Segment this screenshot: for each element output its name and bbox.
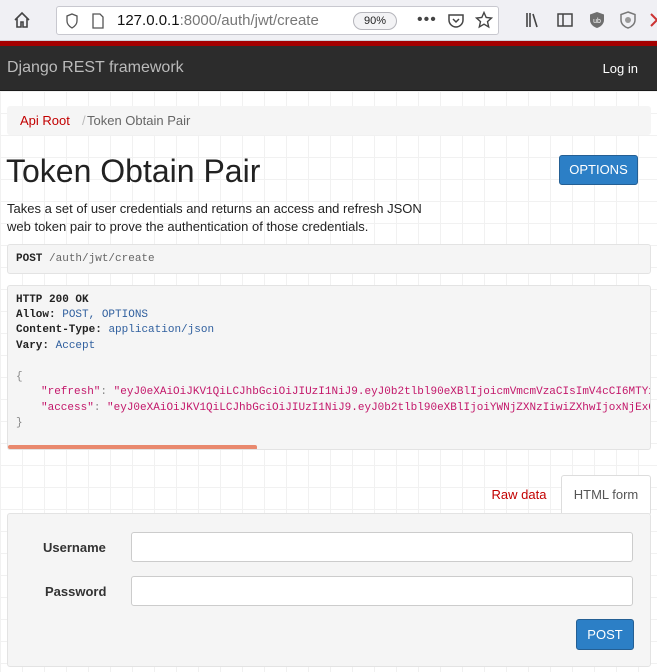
json-refresh-key: "refresh" — [41, 386, 101, 398]
header-vary-value: Accept — [55, 340, 96, 352]
browser-toolbar: 127.0.0.1:8000/auth/jwt/create 90% ••• u… — [0, 0, 657, 41]
pocket-icon[interactable] — [447, 12, 465, 30]
navbar: Django REST framework Log in — [0, 46, 657, 91]
breadcrumb: Api Root / Token Obtain Pair — [7, 106, 651, 135]
header-content-type-value: application/json — [108, 324, 215, 336]
json-colon: : — [93, 402, 101, 414]
password-field[interactable] — [131, 576, 633, 606]
horizontal-scrollbar[interactable] — [8, 445, 257, 449]
header-allow-value: POST, OPTIONS — [62, 309, 149, 321]
post-button[interactable]: POST — [576, 619, 634, 650]
options-button[interactable]: OPTIONS — [559, 155, 638, 185]
header-content-type-key: Content-Type: — [16, 324, 102, 336]
extension-icon[interactable] — [648, 11, 657, 29]
json-access-key: "access" — [41, 402, 94, 414]
json-close-brace: } — [16, 417, 23, 429]
url-path: :8000/auth/jwt/create — [179, 12, 319, 29]
svg-text:ub: ub — [593, 18, 601, 25]
json-open-brace: { — [16, 371, 23, 383]
home-icon[interactable] — [12, 10, 32, 30]
info-icon[interactable] — [65, 13, 79, 29]
tab-raw-data[interactable]: Raw data — [481, 475, 557, 513]
json-access-value: "eyJ0eXAiOiJKV1QiLCJhbGciOiJIUzI1NiJ9.ey… — [107, 402, 650, 414]
username-label: Username — [43, 540, 106, 555]
page-icon — [92, 13, 104, 29]
breadcrumb-separator: / — [82, 113, 86, 128]
library-icon[interactable] — [524, 11, 542, 29]
request-info: POST /auth/jwt/create — [7, 244, 651, 274]
json-refresh-value: "eyJ0eXAiOiJKV1QiLCJhbGciOiJIUzI1NiJ9.ey… — [113, 386, 651, 398]
header-vary-key: Vary: — [16, 340, 50, 352]
response-panel: HTTP 200 OK Allow: POST, OPTIONS Content… — [7, 285, 651, 450]
password-label: Password — [45, 584, 107, 599]
bookmark-star-icon[interactable] — [475, 11, 493, 29]
breadcrumb-current: Token Obtain Pair — [87, 113, 191, 128]
response-status: HTTP 200 OK — [16, 294, 89, 306]
page-title: Token Obtain Pair — [6, 153, 261, 189]
username-field[interactable] — [131, 532, 633, 562]
html-form: Username Password POST — [7, 513, 651, 667]
sidebar-icon[interactable] — [556, 11, 574, 29]
breadcrumb-api-root[interactable]: Api Root — [20, 113, 70, 128]
zoom-badge[interactable]: 90% — [353, 12, 397, 30]
tab-html-form[interactable]: HTML form — [561, 475, 651, 514]
json-colon: : — [100, 386, 108, 398]
url-text[interactable]: 127.0.0.1:8000/auth/jwt/create — [117, 12, 319, 29]
content-tabs: Raw data HTML form — [0, 475, 657, 514]
login-link[interactable]: Log in — [603, 61, 638, 76]
navbar-brand[interactable]: Django REST framework — [7, 59, 184, 77]
request-path: /auth/jwt/create — [49, 253, 155, 265]
url-host: 127.0.0.1 — [117, 12, 180, 29]
more-actions-icon[interactable]: ••• — [417, 11, 437, 29]
privacy-badger-icon[interactable] — [619, 11, 637, 29]
ublock-shield-icon[interactable]: ub — [588, 11, 606, 29]
page-description: Takes a set of user credentials and retu… — [7, 201, 422, 234]
address-bar[interactable]: 127.0.0.1:8000/auth/jwt/create 90% ••• — [56, 6, 499, 35]
request-method: POST — [16, 253, 43, 265]
header-allow-key: Allow: — [16, 309, 56, 321]
